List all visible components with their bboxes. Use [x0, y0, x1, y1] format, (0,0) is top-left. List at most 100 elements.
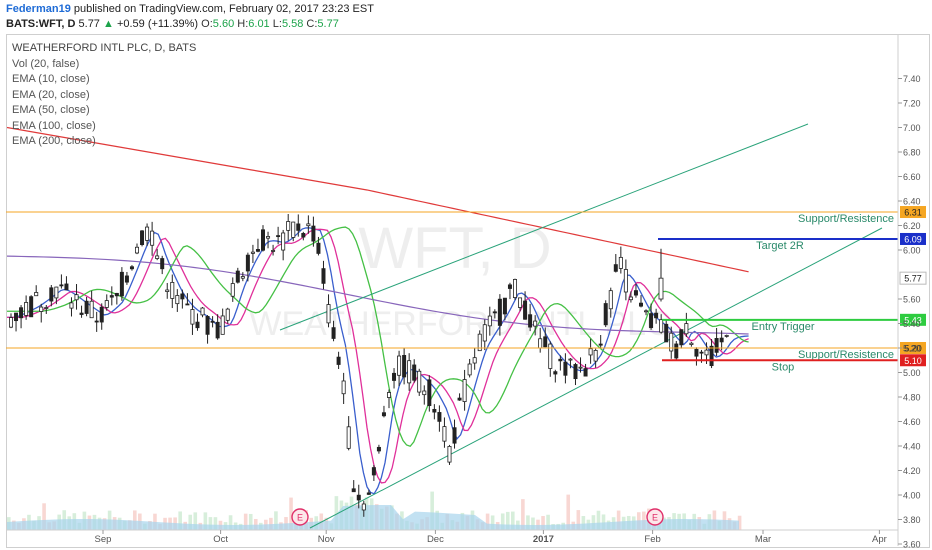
earnings-label: E — [652, 513, 658, 523]
candle-body — [14, 312, 19, 322]
earnings-label: E — [297, 513, 303, 523]
candle-body — [628, 296, 633, 301]
candle-body — [190, 309, 195, 325]
candle-body — [74, 294, 79, 301]
candle-body — [528, 314, 533, 328]
candle-body — [160, 258, 165, 270]
candle-body — [84, 300, 89, 314]
candle-body — [245, 254, 250, 272]
candle-body — [291, 221, 296, 238]
candle-body — [649, 313, 654, 329]
candle-body — [613, 264, 618, 272]
candle-body — [59, 284, 64, 287]
candle-body — [185, 303, 190, 306]
candle-body — [64, 283, 69, 291]
y-tick-label: 7.20 — [903, 99, 921, 109]
candle-body — [301, 232, 306, 238]
y-tick-label: 6.80 — [903, 148, 921, 158]
candle-body — [49, 287, 54, 302]
legend-item-ema200[interactable]: EMA (200, close) — [12, 134, 196, 150]
candle-body — [250, 251, 255, 254]
y-tick-label: 4.60 — [903, 417, 921, 427]
candle-body — [689, 342, 694, 345]
candle-body — [487, 315, 492, 327]
legend-item-ema10[interactable]: EMA (10, close) — [12, 72, 196, 88]
candle-body — [618, 256, 623, 269]
legend-item-volume[interactable]: Vol (20, false) — [12, 57, 196, 73]
candle-body — [94, 320, 99, 323]
candle-body — [271, 250, 276, 252]
indicator-legend: WEATHERFORD INTL PLC, D, BATS Vol (20, f… — [12, 41, 196, 150]
level-label: Stop — [772, 361, 795, 373]
candle-body — [704, 349, 709, 356]
y-tick-label: 4.80 — [903, 393, 921, 403]
legend-item-ema20[interactable]: EMA (20, close) — [12, 88, 196, 104]
candle-body — [452, 427, 457, 444]
candle-body — [533, 320, 538, 327]
candle-body — [376, 446, 381, 452]
y-tick-label: 5.00 — [903, 368, 921, 378]
candle-body — [346, 426, 351, 449]
candle-body — [644, 310, 649, 313]
candle-body — [215, 321, 220, 339]
candle-body — [402, 355, 407, 378]
candle-body — [79, 312, 84, 315]
candle-body — [507, 284, 512, 289]
candle-body — [109, 295, 114, 298]
level-label: Target 2R — [756, 240, 804, 252]
y-tick-label: 3.80 — [903, 515, 921, 525]
candle-body — [482, 324, 487, 342]
candle-body — [699, 351, 704, 354]
candle-body — [19, 307, 24, 319]
y-tick-label: 4.00 — [903, 491, 921, 501]
candle-body — [119, 271, 124, 297]
candle-body — [8, 317, 13, 328]
legend-item-ema50[interactable]: EMA (50, close) — [12, 103, 196, 119]
candle-body — [417, 370, 422, 393]
candle-body — [513, 279, 518, 298]
candle-body — [356, 494, 361, 501]
candle-body — [39, 306, 44, 312]
candle-body — [296, 223, 301, 231]
candle-body — [593, 350, 598, 362]
x-tick-label: Nov — [318, 534, 335, 545]
candle-body — [99, 306, 104, 323]
candle-body — [392, 372, 397, 381]
candle-body — [523, 300, 528, 320]
candle-body — [129, 266, 134, 270]
candle-body — [366, 492, 371, 495]
candle-body — [558, 358, 563, 362]
candle-body — [603, 303, 608, 326]
candle-body — [281, 232, 286, 251]
candle-body — [306, 223, 311, 227]
x-tick-label: Feb — [644, 534, 660, 545]
x-tick-label: Mar — [755, 534, 771, 545]
candle-body — [407, 360, 412, 384]
candle-body — [553, 371, 558, 375]
candle-body — [200, 307, 205, 316]
price-tag-label: 5.10 — [904, 356, 922, 366]
candle-body — [674, 343, 679, 359]
candle-body — [432, 408, 437, 413]
candle-body — [563, 361, 568, 376]
candle-body — [659, 319, 664, 333]
x-tick-label: 2017 — [533, 534, 554, 545]
x-tick-label: Sep — [95, 534, 112, 545]
candle-body — [442, 426, 447, 442]
legend-item-ema100[interactable]: EMA (100, close) — [12, 119, 196, 135]
y-tick-label: 6.20 — [903, 221, 921, 231]
candle-body — [145, 226, 150, 241]
candle-body — [658, 277, 664, 300]
candle-body — [316, 242, 321, 254]
candle-body — [24, 302, 29, 316]
candle-body — [719, 337, 724, 343]
y-tick-label: 4.40 — [903, 442, 921, 452]
candle-body — [114, 292, 119, 297]
legend-title: WEATHERFORD INTL PLC, D, BATS — [12, 42, 197, 54]
candle-body — [598, 343, 603, 346]
candle-body — [165, 289, 170, 292]
y-tick-label: 6.40 — [903, 197, 921, 207]
candle-body — [724, 335, 729, 337]
candle-body — [457, 397, 462, 401]
candle-body — [664, 323, 669, 343]
